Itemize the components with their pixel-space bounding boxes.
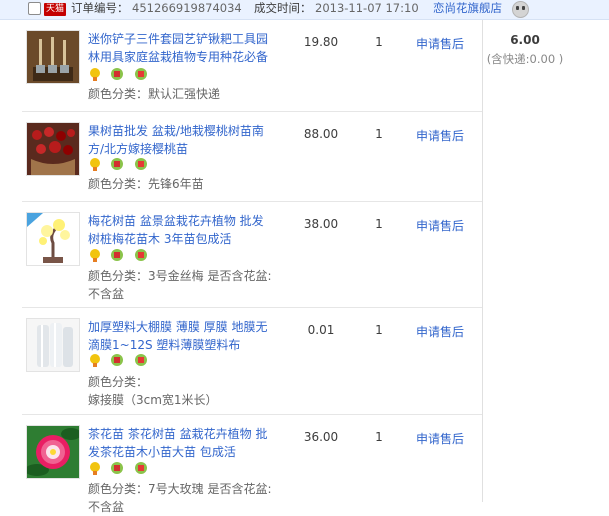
promo-icon <box>135 68 147 80</box>
authentic-icon <box>111 68 123 80</box>
sku-label: 颜色分类： <box>88 482 149 496</box>
medal-icon <box>90 158 100 171</box>
product-thumbnail[interactable] <box>26 425 80 479</box>
sku-attribute: 颜色分类：默认汇强快递 <box>88 85 274 103</box>
order-item-row: 加厚塑料大棚膜 薄膜 厚膜 地膜无滴膜1~12S 塑料薄膜塑料布 颜色分类： 嫁接… <box>22 308 482 415</box>
product-thumbnail[interactable] <box>26 212 80 266</box>
order-number: 451266919874034 <box>132 1 242 15</box>
chat-icon[interactable] <box>512 1 529 18</box>
product-title-link[interactable]: 果树苗批发 盆栽/地栽樱桃树苗南方/北方嫁接樱桃苗 <box>88 122 274 158</box>
sku-label: 颜色分类： <box>88 87 149 101</box>
promo-icon <box>135 249 147 261</box>
promo-icon <box>135 354 147 366</box>
product-thumbnail[interactable] <box>26 318 80 372</box>
apply-after-sale-link[interactable]: 申请售后 <box>416 217 464 234</box>
unit-price: 19.80 <box>303 35 339 49</box>
medal-icon <box>90 354 100 367</box>
deal-time-label: 成交时间： <box>254 1 312 15</box>
order-header: 天猫 订单编号： 451266919874034 成交时间： 2013-11-0… <box>0 0 609 20</box>
order-item-row: 迷你铲子三件套园艺铲锹耙工具园林用具家庭盆栽植物专用种花必备 颜色分类：默认汇强… <box>22 20 482 112</box>
promo-icon <box>135 462 147 474</box>
order-item-row: 梅花树苗 盆景盆栽花卉植物 批发树桩梅花苗木 3年苗包成活 颜色分类：3号金丝梅… <box>22 202 482 308</box>
quantity: 1 <box>375 217 383 231</box>
quantity: 1 <box>375 127 383 141</box>
order-total-panel: 6.00 (含快递:0.00 ) <box>483 20 609 502</box>
sku-value: 嫁接膜（3cm宽1米长） <box>88 393 218 407</box>
unit-price: 88.00 <box>303 127 339 141</box>
quantity: 1 <box>375 323 383 337</box>
sku-attribute: 颜色分类：7号大玫瑰 是否含花盆:不含盆 <box>88 480 274 516</box>
product-thumbnail[interactable] <box>26 122 80 176</box>
order-item-row: 茶花苗 茶花树苗 盆栽花卉植物 批发茶花苗木小苗大苗 包成活 颜色分类：7号大玫… <box>22 415 482 514</box>
authentic-icon <box>111 249 123 261</box>
sku-label: 颜色分类： <box>88 177 149 191</box>
medal-icon <box>90 68 100 81</box>
apply-after-sale-link[interactable]: 申请售后 <box>416 127 464 144</box>
authentic-icon <box>111 354 123 366</box>
sku-value: 默认汇强快递 <box>148 87 221 101</box>
product-title-link[interactable]: 迷你铲子三件套园艺铲锹耙工具园林用具家庭盆栽植物专用种花必备 <box>88 30 274 66</box>
order-number-label: 订单编号： <box>71 1 129 15</box>
tmall-badge: 天猫 <box>44 3 66 16</box>
apply-after-sale-link[interactable]: 申请售后 <box>416 430 464 447</box>
order-total: 6.00 <box>510 33 540 47</box>
quantity: 1 <box>375 430 383 444</box>
sku-label: 颜色分类： <box>88 269 149 283</box>
unit-price: 38.00 <box>303 217 339 231</box>
product-title-link[interactable]: 加厚塑料大棚膜 薄膜 厚膜 地膜无滴膜1~12S 塑料薄膜塑料布 <box>88 318 274 354</box>
unit-price: 0.01 <box>307 323 335 337</box>
sku-attribute: 颜色分类： 嫁接膜（3cm宽1米长） <box>88 373 274 409</box>
product-thumbnail[interactable] <box>26 30 80 84</box>
order-items: 迷你铲子三件套园艺铲锹耙工具园林用具家庭盆栽植物专用种花必备 颜色分类：默认汇强… <box>22 20 483 514</box>
quantity: 1 <box>375 35 383 49</box>
shop-name-link[interactable]: 恋尚花旗舰店 <box>433 1 502 16</box>
medal-icon <box>90 249 100 262</box>
apply-after-sale-link[interactable]: 申请售后 <box>416 35 464 52</box>
apply-after-sale-link[interactable]: 申请售后 <box>416 323 464 340</box>
authentic-icon <box>111 158 123 170</box>
medal-icon <box>90 462 100 475</box>
sku-label: 颜色分类： <box>88 375 149 389</box>
sku-attribute: 颜色分类：3号金丝梅 是否含花盆:不含盆 <box>88 267 274 303</box>
select-order-checkbox[interactable] <box>28 2 41 15</box>
authentic-icon <box>111 462 123 474</box>
promo-icon <box>135 158 147 170</box>
shipping-fee-note: (含快递:0.00 ) <box>486 52 564 66</box>
product-title-link[interactable]: 梅花树苗 盆景盆栽花卉植物 批发树桩梅花苗木 3年苗包成活 <box>88 212 274 248</box>
sku-value: 先锋6年苗 <box>148 177 204 191</box>
product-title-link[interactable]: 茶花苗 茶花树苗 盆栽花卉植物 批发茶花苗木小苗大苗 包成活 <box>88 425 274 461</box>
deal-time: 2013-11-07 17:10 <box>315 1 419 15</box>
sku-attribute: 颜色分类：先锋6年苗 <box>88 175 274 193</box>
order-item-row: 果树苗批发 盆栽/地栽樱桃树苗南方/北方嫁接樱桃苗 颜色分类：先锋6年苗 88.… <box>22 112 482 202</box>
unit-price: 36.00 <box>303 430 339 444</box>
